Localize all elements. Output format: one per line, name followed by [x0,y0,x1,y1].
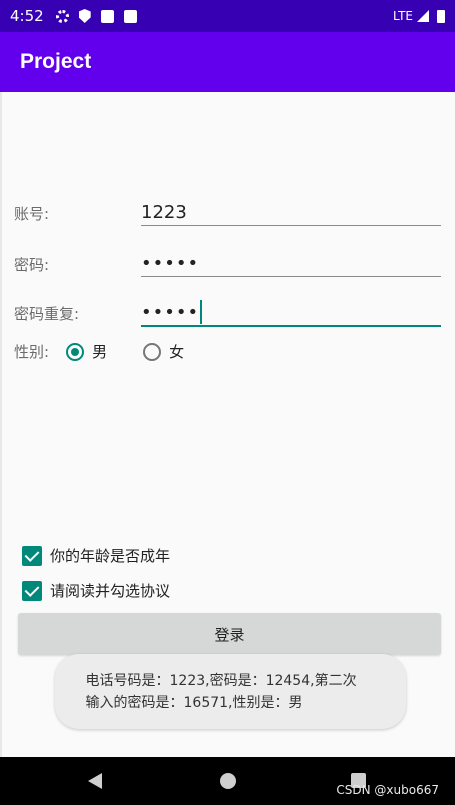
status-icons [55,9,137,23]
checkbox-checked-icon[interactable] [22,545,42,566]
main-content: 账号: 1223 密码: ••••• 密码重复: ••••• 性别: 男 女 你… [0,92,455,757]
account-input[interactable]: 1223 [141,199,441,226]
gender-option-female[interactable]: 女 [143,341,184,362]
agreement-checkbox-row[interactable]: 请阅读并勾选协议 [22,580,170,601]
radio-checked-icon[interactable] [66,342,85,361]
adult-checkbox-row[interactable]: 你的年龄是否成年 [22,545,170,566]
gender-male-label: 男 [92,343,108,361]
password-input[interactable]: ••••• [141,250,441,277]
text-caret [200,300,203,324]
network-label: LTE [393,9,413,23]
agreement-checkbox-label: 请阅读并勾选协议 [50,582,171,600]
adult-checkbox-label: 你的年龄是否成年 [50,547,171,565]
password-repeat-row: 密码重复: [14,303,79,324]
app-bar: Project [0,32,455,92]
signal-icon [417,10,429,22]
app-title: Project [20,50,92,73]
gender-option-male[interactable]: 男 [66,341,107,362]
toast-line-1: 电话号码是：1223,密码是：12454,第二次 [85,672,357,689]
password-value: ••••• [141,252,200,274]
sd-card-icon [123,9,137,23]
radio-unchecked-icon[interactable] [143,342,162,361]
gender-row: 性别: 男 女 [14,341,184,362]
toast-message: 电话号码是：1223,密码是：12454,第二次 输入的密码是：16571,性别… [55,654,406,729]
status-time: 4:52 [10,7,44,25]
gear-icon [55,9,69,23]
toast-line-2: 输入的密码是：16571,性别是：男 [85,694,303,711]
watermark: CSDN @xubo667 [336,783,439,797]
navigation-bar: CSDN @xubo667 [0,757,455,805]
account-value: 1223 [141,201,187,223]
checkbox-checked-icon[interactable] [22,580,42,601]
gender-female-label: 女 [169,343,185,361]
status-bar: 4:52 LTE [0,0,455,32]
shield-icon [78,9,91,23]
battery-icon [437,9,445,23]
password-repeat-value: ••••• [141,301,200,323]
password-repeat-input[interactable]: ••••• [141,299,441,327]
password-label: 密码: [14,256,50,274]
back-icon[interactable] [88,773,102,789]
gender-label: 性别: [14,343,50,361]
password-repeat-label: 密码重复: [14,305,80,323]
a-icon [100,9,114,23]
account-label: 账号: [14,205,50,223]
login-button[interactable]: 登录 [18,613,441,655]
account-row: 账号: [14,203,49,224]
status-right: LTE [393,9,445,23]
toast-text: 电话号码是：1223,密码是：12454,第二次 输入的密码是：16571,性别… [86,670,376,714]
home-icon[interactable] [220,773,236,789]
password-row: 密码: [14,254,49,275]
